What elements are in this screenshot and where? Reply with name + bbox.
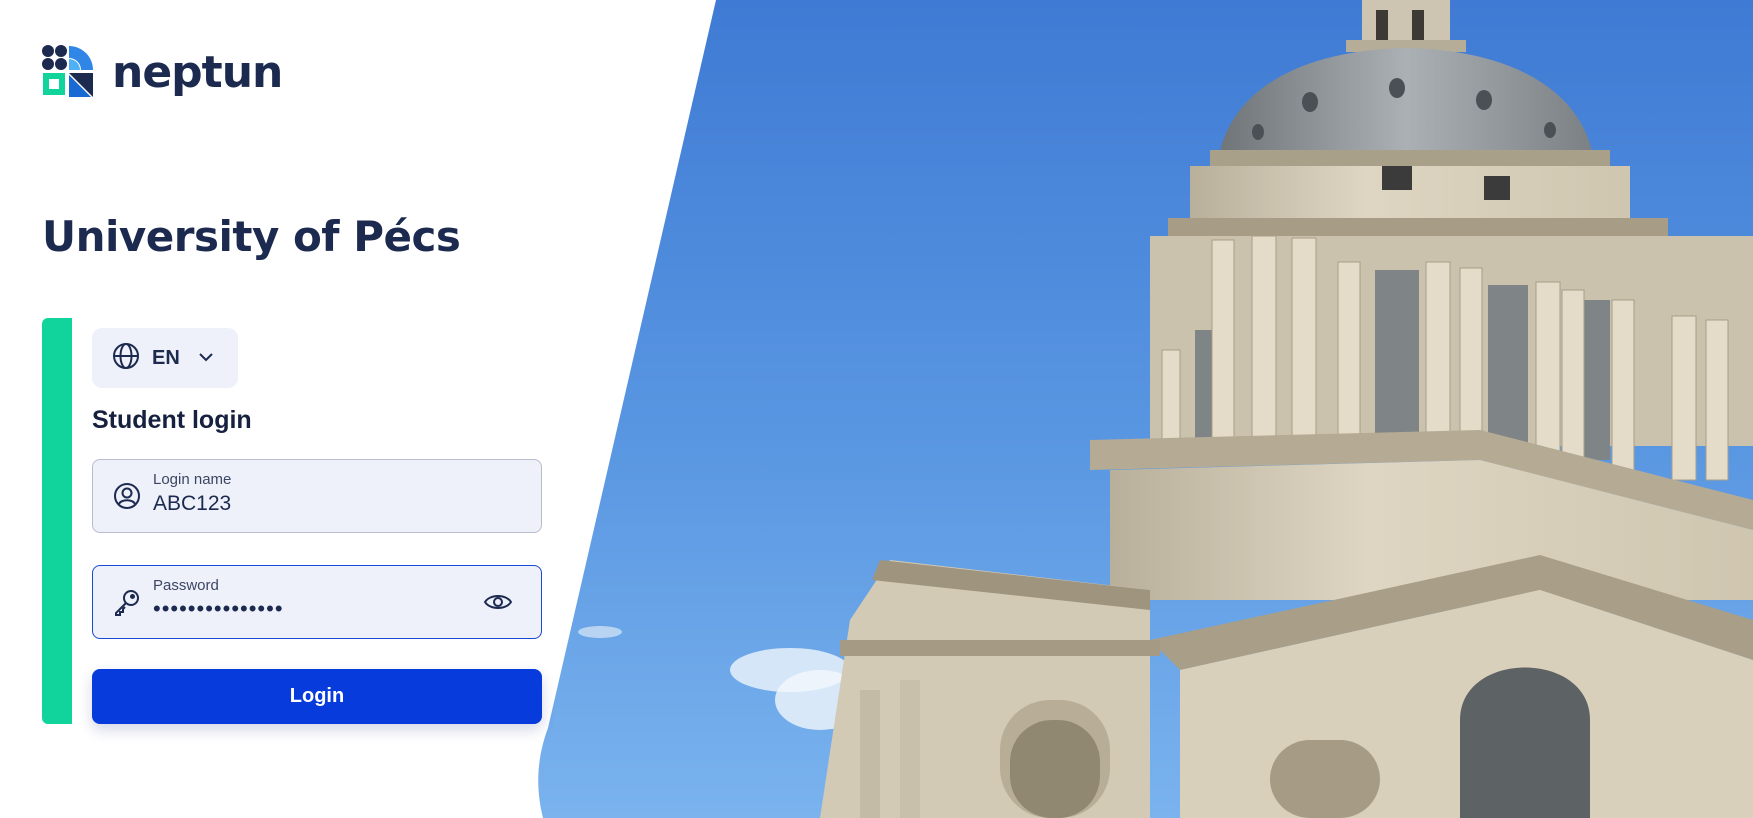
login-name-field[interactable]: Login name ABC123 [92, 459, 542, 533]
brand-name: neptun [112, 47, 283, 98]
institution-title: University of Pécs [42, 212, 461, 261]
login-button[interactable]: Login [92, 669, 542, 724]
login-form-title: Student login [92, 406, 252, 434]
chevron-down-icon [198, 349, 214, 367]
password-input[interactable]: ••••••••••••••• [153, 596, 284, 622]
login-panel: EN Student login Login name ABC123 Passw… [42, 318, 542, 724]
eye-icon[interactable] [483, 591, 513, 618]
password-field[interactable]: Password ••••••••••••••• [92, 565, 542, 639]
globe-icon [112, 342, 140, 375]
language-selector[interactable]: EN [92, 328, 238, 388]
neptun-logo-icon [42, 44, 94, 102]
accent-bar [42, 318, 72, 724]
login-name-label: Login name [153, 471, 232, 488]
key-icon [113, 588, 141, 621]
user-circle-icon [113, 482, 141, 515]
language-code: EN [152, 346, 180, 369]
password-label: Password [153, 577, 219, 594]
login-name-input[interactable]: ABC123 [153, 492, 473, 516]
brand-logo: neptun [42, 44, 283, 102]
